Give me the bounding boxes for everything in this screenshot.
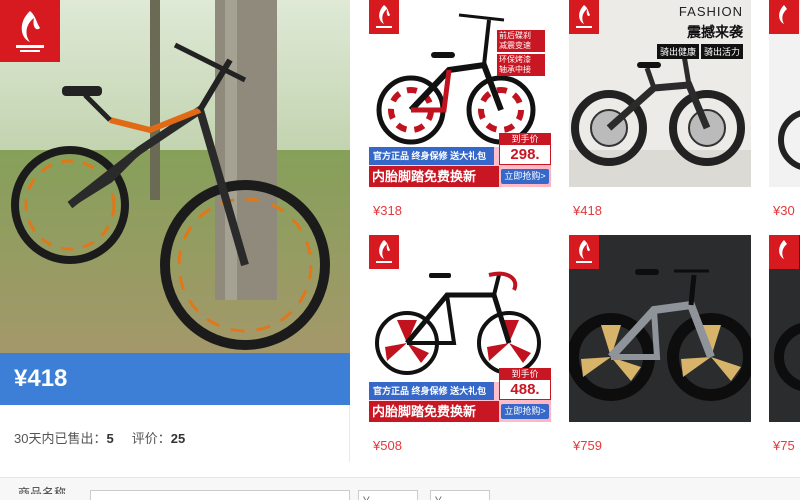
product-image[interactable]: FASHION 震撼来袭 骑出健康 骑出活力: [569, 0, 751, 187]
review-count[interactable]: 25: [171, 431, 185, 446]
brand-logo-icon: [0, 0, 60, 62]
sold-count: 5: [106, 431, 114, 446]
banner-title: 震撼来袭: [687, 24, 743, 40]
product-price: ¥30: [773, 203, 795, 218]
brand-logo-icon: [369, 235, 399, 269]
brand-logo-icon: [369, 0, 399, 34]
sold-label: 30天内已售出：: [14, 431, 107, 446]
promo-headline: 内胎脚踏免费换新: [369, 166, 499, 187]
product-price: ¥759: [573, 438, 602, 453]
product-price: ¥508: [373, 438, 402, 453]
product-image[interactable]: [569, 235, 751, 422]
sales-stats: 30天内已售出：5 评价：25: [14, 428, 185, 447]
brand-logo-icon: [769, 235, 799, 269]
max-price-input[interactable]: [430, 490, 490, 500]
banner-pill: 骑出健康: [656, 44, 699, 59]
banner-tagline: FASHION: [678, 4, 743, 19]
featured-price: ¥418: [0, 353, 350, 405]
product-image[interactable]: [769, 0, 800, 187]
brand-logo-icon: [769, 0, 799, 34]
feature-tag: 前后碟刹 减震变速: [497, 30, 545, 52]
product-price: ¥318: [373, 203, 402, 218]
product-image[interactable]: 前后碟刹 减震变速 环保烤漆 轴承中接 官方正品 终身保修 送大礼包 内胎脚踏免费换…: [369, 0, 551, 187]
product-image[interactable]: 官方正品 终身保修 送大礼包 内胎脚踏免费换新 到手价 488. 立即抢购>: [369, 235, 551, 422]
featured-product[interactable]: ¥418 30天内已售出：5 评价：25: [0, 0, 350, 462]
promo-features: 官方正品 终身保修 送大礼包: [369, 147, 494, 165]
filter-label: 商品名称: [18, 486, 67, 494]
banner-pill: 骑出活力: [700, 44, 743, 59]
promo-price-badge: 到手价 488.: [499, 368, 551, 400]
featured-product-image[interactable]: [0, 0, 350, 353]
feature-tag: 环保烤漆 轴承中接: [497, 54, 545, 76]
product-price: ¥418: [573, 203, 602, 218]
min-price-input[interactable]: [358, 490, 418, 500]
buy-now-button[interactable]: 立即抢购>: [501, 404, 549, 419]
review-label: 评价：: [131, 431, 171, 446]
product-image[interactable]: [769, 235, 800, 422]
promo-banner: 官方正品 终身保修 送大礼包 内胎脚踏免费换新 到手价 298. 立即抢购>: [369, 133, 551, 187]
brand-logo-icon: [569, 0, 599, 34]
promo-price-badge: 到手价 298.: [499, 133, 551, 165]
promo-headline: 内胎脚踏免费换新: [369, 401, 499, 422]
brand-logo-icon: [569, 235, 599, 269]
filter-bar: 商品名称: [0, 478, 800, 500]
keyword-input[interactable]: [90, 490, 350, 500]
buy-now-button[interactable]: 立即抢购>: [501, 169, 549, 184]
promo-banner: 官方正品 终身保修 送大礼包 内胎脚踏免费换新 到手价 488. 立即抢购>: [369, 368, 551, 422]
product-price: ¥75: [773, 438, 795, 453]
promo-features: 官方正品 终身保修 送大礼包: [369, 382, 494, 400]
